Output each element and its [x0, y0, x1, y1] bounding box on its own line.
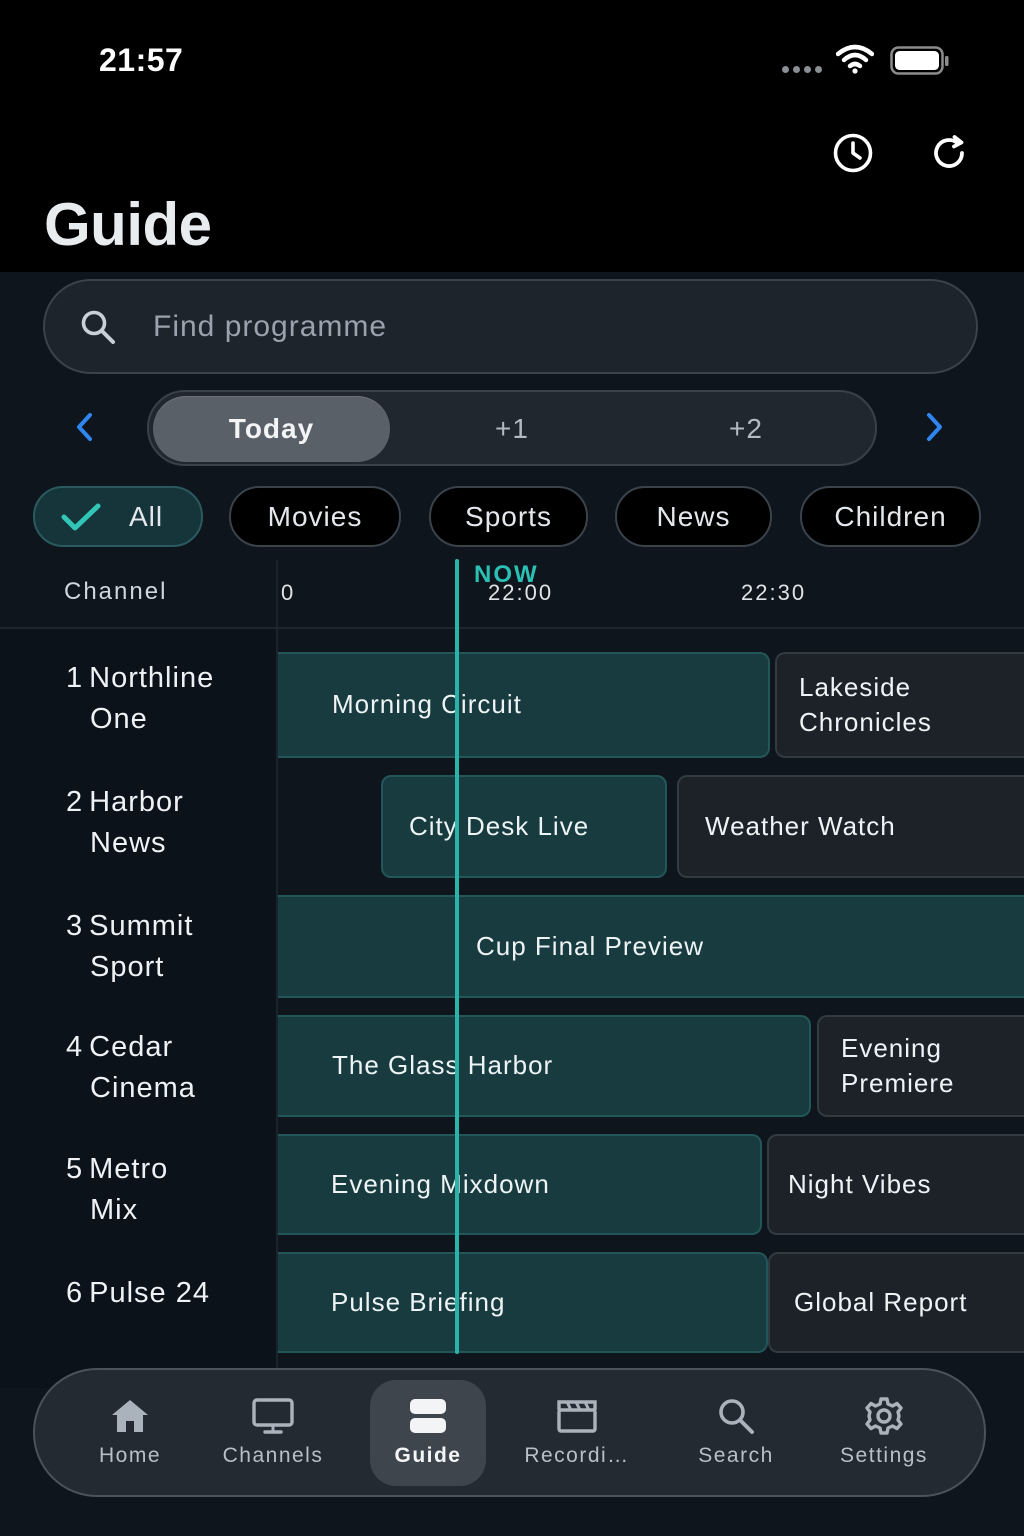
- cellular-signal-icon: [782, 66, 822, 73]
- programme-title: City Desk Live: [409, 810, 590, 841]
- filter-chip-children[interactable]: Children: [800, 486, 981, 547]
- programme-cell[interactable]: Cup Final Preview: [278, 895, 1024, 998]
- now-indicator-line: [455, 559, 459, 1354]
- search-bar[interactable]: [43, 279, 978, 374]
- channel-number: 6: [66, 1277, 84, 1309]
- programme-cell[interactable]: The Glass Harbor: [278, 1015, 811, 1117]
- programme-cell[interactable]: Lakeside Chronicles: [775, 652, 1024, 758]
- programme-title: Global Report: [794, 1286, 968, 1317]
- channel-name[interactable]: 3 Summit Sport: [66, 906, 193, 987]
- refresh-icon: [934, 135, 964, 168]
- programme-cell[interactable]: Evening Mixdown: [278, 1134, 762, 1235]
- programme-title: Evening Mixdown: [331, 1168, 550, 1199]
- tab-search[interactable]: Search: [678, 1380, 794, 1486]
- gear-icon: [865, 1397, 903, 1435]
- home-icon: [112, 1400, 148, 1432]
- tab-channels[interactable]: Channels: [215, 1380, 331, 1486]
- clapperboard-icon: [557, 1400, 597, 1433]
- day-option-today[interactable]: Today: [153, 396, 390, 462]
- search-icon: [719, 1399, 754, 1434]
- programme-title: The Glass Harbor: [332, 1050, 554, 1081]
- programme-title: Morning Circuit: [332, 689, 522, 720]
- channel-name[interactable]: 6 Pulse 24: [66, 1273, 210, 1314]
- clock-icon: [833, 133, 873, 173]
- programme-cell[interactable]: City Desk Live: [381, 775, 667, 878]
- header: 21:57 Guide: [0, 0, 1024, 272]
- filter-chip-label: All: [129, 500, 164, 532]
- programme-title: Night Vibes: [788, 1168, 932, 1199]
- check-icon: [61, 502, 101, 532]
- programme-cell[interactable]: Global Report: [768, 1252, 1024, 1353]
- programme-title: Evening Premiere: [841, 1032, 955, 1098]
- programme-cell[interactable]: Evening Premiere: [817, 1015, 1024, 1117]
- battery-icon: [890, 46, 949, 75]
- filter-chip-sports[interactable]: Sports: [429, 486, 588, 547]
- programme-cell[interactable]: Night Vibes: [767, 1134, 1024, 1235]
- filter-chip-all[interactable]: All: [33, 486, 203, 547]
- programme-cell[interactable]: Morning Circuit: [278, 652, 770, 758]
- channel-name[interactable]: 1 Northline One: [66, 658, 214, 739]
- timeline-separator: [0, 627, 1024, 629]
- search-icon: [81, 310, 115, 344]
- bottom-tab-bar: Home Channels Guide Recordi… Search Sett…: [33, 1368, 986, 1497]
- refresh-button[interactable]: [926, 130, 972, 176]
- channel-column-header: Channel: [64, 578, 168, 605]
- history-button[interactable]: [830, 130, 876, 176]
- filter-chip-news[interactable]: News: [615, 486, 772, 547]
- tab-recordings[interactable]: Recordi…: [519, 1380, 635, 1486]
- next-day-button[interactable]: [912, 405, 956, 449]
- tab-home[interactable]: Home: [72, 1380, 188, 1486]
- page-title: Guide: [44, 191, 212, 258]
- day-option-plus-1[interactable]: +1: [397, 396, 627, 462]
- channel-number: 2: [66, 786, 84, 818]
- programme-title: Pulse Briefing: [331, 1286, 506, 1317]
- programme-cell[interactable]: Pulse Briefing: [278, 1252, 768, 1353]
- chevron-left-icon: [77, 413, 92, 441]
- tab-settings[interactable]: Settings: [826, 1380, 942, 1486]
- time-tick: 0: [281, 580, 296, 605]
- status-time: 21:57: [99, 42, 184, 78]
- programme-title: Lakeside Chronicles: [799, 671, 932, 737]
- channel-number: 3: [66, 910, 84, 942]
- programme-title: Cup Final Preview: [476, 930, 704, 961]
- channel-name[interactable]: 4 Cedar Cinema: [66, 1027, 196, 1108]
- previous-day-button[interactable]: [63, 405, 107, 449]
- search-input[interactable]: [153, 305, 933, 349]
- day-option-plus-2[interactable]: +2: [631, 396, 861, 462]
- wifi-icon: [836, 44, 874, 74]
- tv-icon: [252, 1398, 294, 1434]
- chevron-right-icon: [927, 413, 942, 441]
- guide-icon: [410, 1399, 446, 1433]
- day-selector: Today +1 +2: [147, 390, 877, 466]
- tab-guide[interactable]: Guide: [370, 1380, 486, 1486]
- channel-number: 5: [66, 1153, 84, 1185]
- channel-number: 4: [66, 1031, 84, 1063]
- time-tick: 22:00: [488, 580, 554, 605]
- programme-cell[interactable]: Weather Watch: [677, 775, 1024, 878]
- channel-name[interactable]: 5 Metro Mix: [66, 1149, 168, 1230]
- time-tick: 22:30: [741, 580, 807, 605]
- channel-name[interactable]: 2 Harbor News: [66, 782, 184, 863]
- channel-number: 1: [66, 662, 84, 694]
- filter-chip-movies[interactable]: Movies: [229, 486, 401, 547]
- programme-title: Weather Watch: [705, 810, 896, 841]
